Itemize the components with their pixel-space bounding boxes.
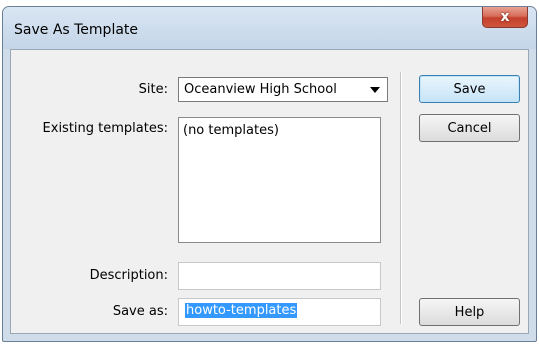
vertical-divider (400, 72, 402, 324)
description-label: Description: (89, 268, 168, 283)
existing-templates-label: Existing templates: (42, 121, 168, 136)
save-button[interactable]: Save (419, 75, 520, 103)
list-item[interactable]: (no templates) (183, 123, 279, 138)
site-select-value: Oceanview High School (184, 82, 337, 97)
existing-templates-list[interactable]: (no templates) (178, 117, 381, 243)
dialog-body: Site: Oceanview High School Existing tem… (10, 49, 529, 334)
help-button[interactable]: Help (419, 298, 520, 326)
close-button[interactable]: x (482, 7, 528, 28)
save-as-label: Save as: (112, 304, 168, 319)
save-as-template-dialog: Save As Template x Site: Oceanview High … (2, 6, 537, 342)
site-select[interactable]: Oceanview High School (178, 77, 388, 102)
save-as-field[interactable]: howto-templates (178, 298, 381, 326)
close-icon: x (500, 9, 510, 25)
window-title: Save As Template (14, 22, 139, 38)
chevron-down-icon (370, 87, 380, 93)
cancel-button[interactable]: Cancel (419, 114, 520, 142)
description-field[interactable] (178, 262, 381, 290)
site-label: Site: (138, 82, 168, 97)
title-bar: Save As Template x (3, 7, 536, 49)
save-as-value: howto-templates (185, 303, 298, 318)
